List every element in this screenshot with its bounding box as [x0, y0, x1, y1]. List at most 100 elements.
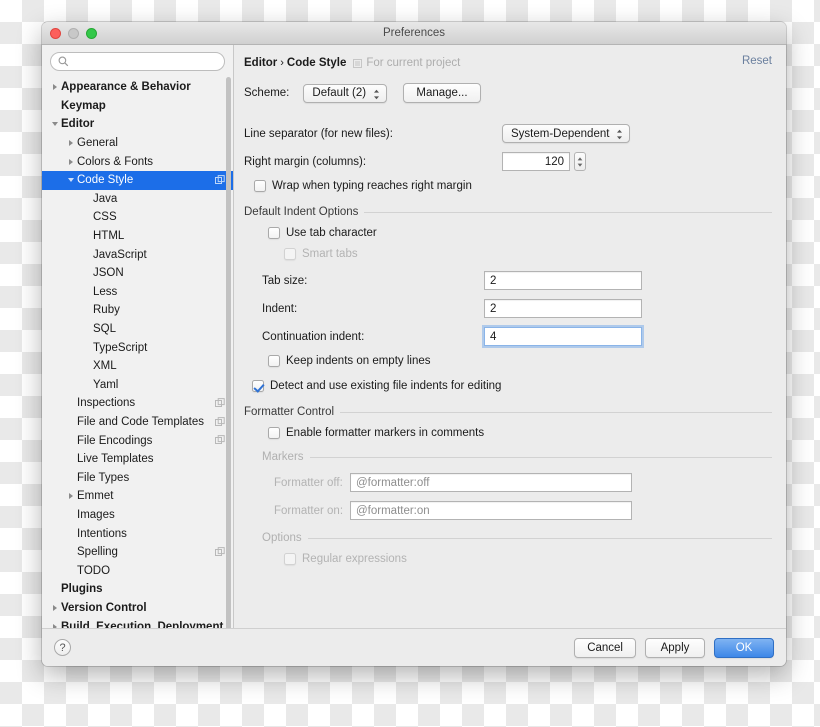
sidebar-item-label: CSS	[93, 211, 117, 224]
sidebar-item-plugins[interactable]: Plugins	[42, 580, 233, 599]
sidebar-item-colors-fonts[interactable]: Colors & Fonts	[42, 152, 233, 171]
sidebar-item-appearance-behavior[interactable]: Appearance & Behavior	[42, 78, 233, 97]
indent-label: Indent:	[262, 302, 298, 315]
minimize-window-button[interactable]	[68, 28, 79, 39]
chevron-right-icon[interactable]	[64, 493, 77, 500]
group-divider	[309, 456, 772, 458]
sidebar-item-html[interactable]: HTML	[42, 227, 233, 246]
sidebar-item-editor[interactable]: Editor	[42, 115, 233, 134]
sidebar-item-label: Keymap	[61, 99, 106, 112]
project-scope-badge-icon	[215, 416, 225, 426]
scheme-row: Scheme: Default (2) Manage...	[244, 83, 772, 103]
sidebar-item-sql[interactable]: SQL	[42, 320, 233, 339]
right-margin-input[interactable]	[502, 152, 570, 171]
sidebar-item-label: HTML	[93, 230, 125, 243]
sidebar-item-typescript[interactable]: TypeScript	[42, 338, 233, 357]
footer-actions: Cancel Apply OK	[574, 637, 774, 658]
chevron-right-icon[interactable]	[48, 604, 61, 611]
markers-subgroup-header: Markers	[262, 451, 772, 463]
sidebar-scrollbar-thumb[interactable]	[226, 77, 231, 637]
use-tab-character-row[interactable]: Use tab character	[268, 227, 772, 239]
sidebar-item-keymap[interactable]: Keymap	[42, 97, 233, 116]
enable-formatter-markers-row[interactable]: Enable formatter markers in comments	[268, 427, 772, 439]
wrap-typing-row[interactable]: Wrap when typing reaches right margin	[254, 180, 772, 192]
chevron-down-icon[interactable]	[48, 122, 61, 127]
sidebar-item-ruby[interactable]: Ruby	[42, 301, 233, 320]
wrap-typing-checkbox[interactable]	[254, 180, 266, 192]
chevron-right-icon[interactable]	[48, 84, 61, 91]
search-field[interactable]	[50, 52, 225, 71]
sidebar-item-label: File Encodings	[77, 434, 153, 447]
sidebar-item-emmet[interactable]: Emmet	[42, 487, 233, 506]
group-divider	[340, 411, 772, 413]
search-icon	[58, 56, 69, 67]
sidebar-item-label: Ruby	[93, 304, 120, 317]
detect-indents-row[interactable]: Detect and use existing file indents for…	[252, 380, 772, 392]
sidebar-item-label: Images	[77, 508, 115, 521]
sidebar-item-xml[interactable]: XML	[42, 357, 233, 376]
chevron-down-icon[interactable]	[64, 178, 77, 183]
sidebar-item-images[interactable]: Images	[42, 506, 233, 525]
sidebar-item-version-control[interactable]: Version Control	[42, 599, 233, 618]
help-button[interactable]: ?	[54, 639, 71, 656]
tab-size-input[interactable]	[484, 271, 642, 290]
use-tab-character-checkbox[interactable]	[268, 227, 280, 239]
sidebar-item-label: Inspections	[77, 397, 136, 410]
sidebar-item-file-and-code-templates[interactable]: File and Code Templates	[42, 413, 233, 432]
keep-indents-checkbox[interactable]	[268, 355, 280, 367]
line-separator-select[interactable]: System-Dependent	[502, 124, 630, 143]
apply-button[interactable]: Apply	[645, 637, 705, 658]
markers-title: Markers	[262, 451, 304, 463]
stepper-down-icon[interactable]	[577, 163, 583, 167]
traffic-lights	[50, 28, 97, 39]
sidebar-item-label: Emmet	[77, 490, 114, 503]
tab-size-label: Tab size:	[262, 274, 308, 287]
sidebar-item-live-templates[interactable]: Live Templates	[42, 450, 233, 469]
stepper-up-icon[interactable]	[577, 156, 583, 161]
sidebar-item-file-types[interactable]: File Types	[42, 468, 233, 487]
sidebar-item-spelling[interactable]: Spelling	[42, 543, 233, 562]
search-container	[42, 45, 233, 76]
chevron-right-icon[interactable]	[64, 158, 77, 165]
search-input[interactable]	[73, 54, 217, 69]
sidebar-scrollbar[interactable]	[225, 77, 232, 637]
sidebar-item-label: Editor	[61, 118, 95, 131]
chevron-right-icon[interactable]	[64, 140, 77, 147]
sidebar-item-inspections[interactable]: Inspections	[42, 394, 233, 413]
line-separator-value: System-Dependent	[511, 127, 610, 140]
breadcrumb-current: Code Style	[286, 57, 347, 69]
tab-size-row: Tab size:	[262, 271, 772, 290]
sidebar-item-javascript[interactable]: JavaScript	[42, 245, 233, 264]
close-window-button[interactable]	[50, 28, 61, 39]
sidebar-item-yaml[interactable]: Yaml	[42, 376, 233, 395]
cancel-button[interactable]: Cancel	[574, 637, 636, 658]
continuation-indent-input[interactable]	[484, 327, 642, 346]
sidebar-item-general[interactable]: General	[42, 134, 233, 153]
enable-formatter-markers-checkbox[interactable]	[268, 427, 280, 439]
settings-tree[interactable]: Appearance & Behavior Keymap Editor General…	[42, 76, 233, 628]
sidebar-item-less[interactable]: Less	[42, 283, 233, 302]
reset-link[interactable]: Reset	[742, 55, 772, 67]
zoom-window-button[interactable]	[86, 28, 97, 39]
right-margin-stepper[interactable]	[574, 152, 586, 171]
indent-input[interactable]	[484, 299, 642, 318]
sidebar-item-file-encodings[interactable]: File Encodings	[42, 431, 233, 450]
breadcrumb-parent[interactable]: Editor	[244, 57, 277, 69]
enable-formatter-markers-label: Enable formatter markers in comments	[286, 427, 485, 439]
sidebar-item-todo[interactable]: TODO	[42, 561, 233, 580]
sidebar-item-css[interactable]: CSS	[42, 208, 233, 227]
scheme-select[interactable]: Default (2)	[303, 83, 388, 103]
sidebar-item-json[interactable]: JSON	[42, 264, 233, 283]
scheme-select-value: Default (2)	[312, 87, 367, 99]
sidebar-item-build-execution-deployment[interactable]: Build, Execution, Deployment	[42, 617, 233, 628]
manage-schemes-button[interactable]: Manage...	[403, 83, 481, 103]
right-margin-row: Right margin (columns):	[244, 152, 772, 171]
sidebar-item-intentions[interactable]: Intentions	[42, 524, 233, 543]
keep-indents-row[interactable]: Keep indents on empty lines	[268, 355, 772, 367]
ok-button[interactable]: OK	[714, 637, 774, 658]
sidebar-item-code-style[interactable]: Code Style	[42, 170, 233, 190]
default-indent-options-group: Default Indent Options Use tab character…	[244, 206, 772, 392]
detect-indents-checkbox[interactable]	[252, 380, 264, 392]
right-margin-label: Right margin (columns):	[244, 155, 367, 168]
sidebar-item-java[interactable]: Java	[42, 190, 233, 209]
